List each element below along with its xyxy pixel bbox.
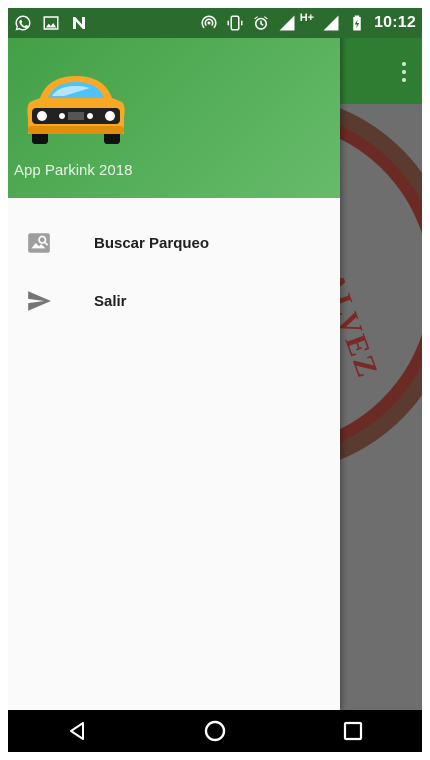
car-logo-icon [27, 76, 125, 144]
signal-icon [278, 14, 296, 32]
phone-screen: H+ 10:12 GALVEZ [8, 8, 422, 752]
n-icon [70, 14, 88, 32]
menu-item-label: Salir [94, 292, 127, 310]
app-name: App Parkink 2018 [14, 162, 133, 179]
battery-icon [348, 14, 366, 32]
status-bar: H+ 10:12 [8, 8, 422, 38]
menu-item-buscar-parqueo[interactable]: Buscar Parqueo [8, 214, 340, 272]
drawer-menu: Buscar Parqueo Salir [8, 214, 340, 330]
send-icon [26, 288, 52, 314]
recents-button[interactable] [333, 711, 373, 751]
vibrate-icon [226, 14, 244, 32]
navigation-drawer: App Parkink 2018 Buscar Parqueo Salir [8, 8, 340, 710]
network-type: H+ [299, 12, 315, 24]
alarm-icon [252, 14, 270, 32]
overflow-menu-icon[interactable] [394, 60, 414, 84]
back-button[interactable] [57, 711, 97, 751]
recents-icon [343, 721, 363, 741]
signal-icon [322, 14, 340, 32]
home-icon [204, 720, 226, 742]
whatsapp-icon [14, 14, 32, 32]
back-icon [70, 722, 84, 740]
drawer-header: App Parkink 2018 [8, 38, 340, 198]
home-button[interactable] [195, 711, 235, 751]
system-nav-bar [8, 710, 422, 752]
gallery-icon [42, 14, 60, 32]
menu-item-salir[interactable]: Salir [8, 272, 340, 330]
hotspot-icon [200, 14, 218, 32]
clock: 10:12 [374, 14, 416, 31]
image-search-icon [26, 230, 52, 256]
menu-item-label: Buscar Parqueo [94, 234, 210, 252]
